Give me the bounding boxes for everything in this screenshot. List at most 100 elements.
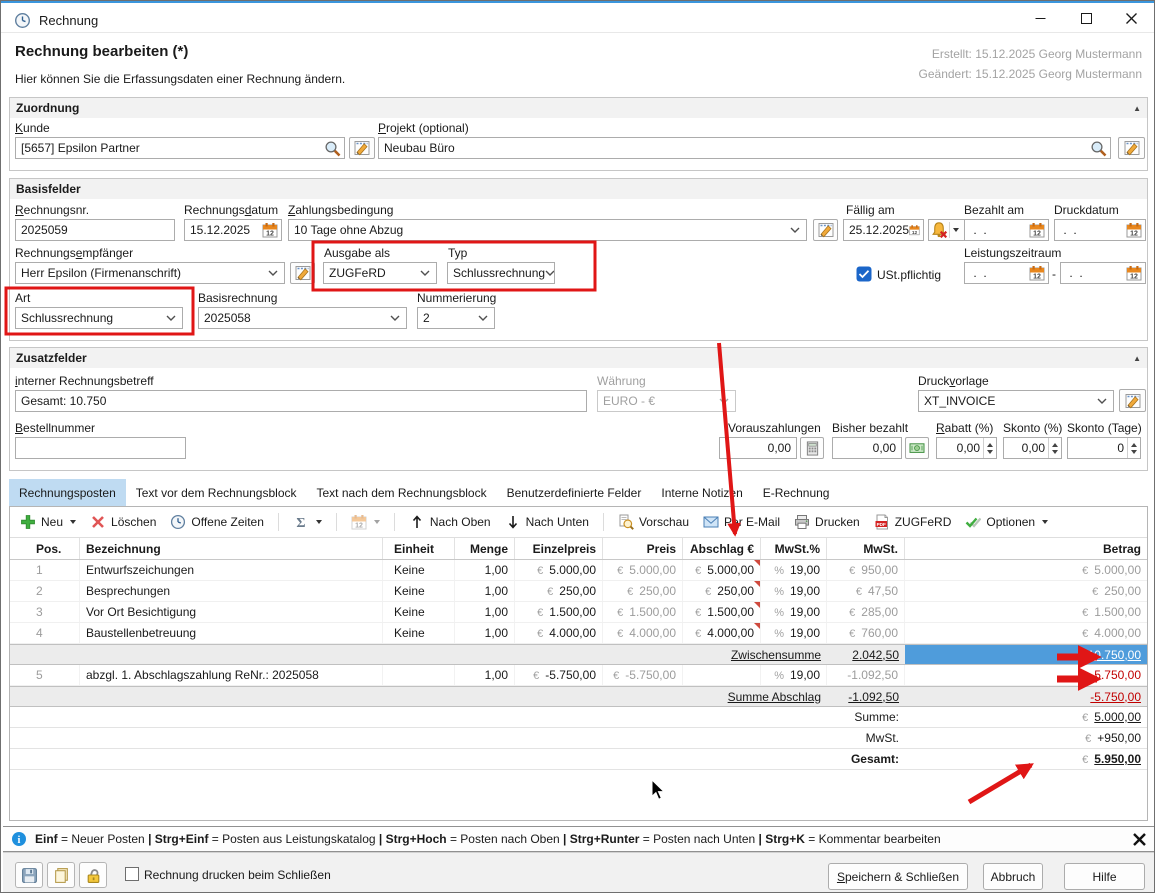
cell-einheit[interactable] xyxy=(383,665,455,685)
search-icon[interactable] xyxy=(324,140,341,157)
rechnungsdatum-field[interactable]: 15.12.2025 xyxy=(184,219,282,241)
cell-abschlag[interactable]: €4.000,00 xyxy=(683,623,761,643)
cell-preis[interactable]: €5.000,00 xyxy=(603,560,683,580)
druckvorlage-select[interactable]: XT_INVOICE xyxy=(918,390,1114,412)
close-button[interactable] xyxy=(1109,3,1154,33)
toolbar-button-zugferd[interactable]: ZUGFeRD xyxy=(874,514,952,530)
column-header-abschlag[interactable]: Abschlag € xyxy=(683,538,761,559)
tab-2[interactable]: Text nach dem Rechnungsblock xyxy=(307,479,497,506)
calendar-icon[interactable] xyxy=(1029,222,1045,238)
zahlungsbedingung-edit-button[interactable] xyxy=(813,219,838,241)
cell-mwst[interactable]: €950,00 xyxy=(827,560,905,580)
calendar-icon[interactable] xyxy=(909,222,920,238)
toolbar-button-move-up[interactable]: Nach Oben xyxy=(409,514,491,530)
cell-mwst-pct[interactable]: %19,00 xyxy=(761,560,827,580)
search-icon[interactable] xyxy=(1090,140,1107,157)
invoice-item-row[interactable]: 5abzgl. 1. Abschlagszahlung ReNr.: 20250… xyxy=(10,665,1147,686)
skonto-pct-spinner[interactable]: 0,00 xyxy=(1003,437,1062,459)
toolbar-button-preview[interactable]: Vorschau xyxy=(618,514,689,530)
column-header-mwst_pct[interactable]: MwSt.% xyxy=(761,538,827,559)
rechnungsnr-field[interactable]: 2025059 xyxy=(15,219,175,241)
group-zuordnung-header[interactable]: Zuordnung ▲ xyxy=(10,98,1147,118)
toolbar-button-sum[interactable] xyxy=(293,514,322,530)
ust-pflichtig-checkbox[interactable] xyxy=(856,266,872,285)
column-header-einheit[interactable]: Einheit xyxy=(383,538,455,559)
cell-preis[interactable]: €4.000,00 xyxy=(603,623,683,643)
dropdown-arrow-icon[interactable] xyxy=(70,520,76,524)
unlock-button[interactable] xyxy=(79,862,107,888)
cell-label[interactable]: Summe: xyxy=(10,707,905,727)
column-header-menge[interactable]: Menge xyxy=(455,538,515,559)
toolbar-button-delete[interactable]: Löschen xyxy=(90,514,156,530)
cell-einzelpreis[interactable]: €1.500,00 xyxy=(515,602,603,622)
cell-mwst[interactable]: -1.092,50 xyxy=(827,665,905,685)
calendar-icon[interactable] xyxy=(1126,265,1142,281)
tab-1[interactable]: Text vor dem Rechnungsblock xyxy=(126,479,307,506)
vorauszahlungen-field[interactable]: 0,00 xyxy=(719,437,797,459)
total-row[interactable]: MwSt.€+950,00 xyxy=(10,728,1147,749)
cell-bezeichnung[interactable]: Besprechungen xyxy=(80,581,383,601)
cell-mwst-pct[interactable]: %19,00 xyxy=(761,665,827,685)
calendar-icon[interactable] xyxy=(1126,222,1142,238)
projekt-edit-button[interactable] xyxy=(1118,137,1145,159)
calendar-icon[interactable] xyxy=(1029,265,1045,281)
copy-button[interactable] xyxy=(47,862,75,888)
leistungszeitraum-to-field[interactable]: . . xyxy=(1060,262,1146,284)
cell-betrag[interactable]: €250,00 xyxy=(905,581,1147,601)
cell-abschlag[interactable]: €250,00 xyxy=(683,581,761,601)
cell-einzelpreis[interactable]: €250,00 xyxy=(515,581,603,601)
cell-label[interactable]: Zwischensumme xyxy=(10,645,827,664)
spinner-arrows[interactable] xyxy=(1127,438,1140,458)
druckdatum-field[interactable]: . . xyxy=(1054,219,1146,241)
total-row[interactable]: Summe:€5.000,00 xyxy=(10,707,1147,728)
total-row[interactable]: Gesamt:€5.950,00 xyxy=(10,749,1147,770)
column-header-einzelpreis[interactable]: Einzelpreis xyxy=(515,538,603,559)
invoice-item-row[interactable]: 1EntwurfszeichungenKeine1,00€5.000,00€5.… xyxy=(10,560,1147,581)
faellig-am-field[interactable]: 25.12.2025 xyxy=(843,219,924,241)
cell-abschlag[interactable] xyxy=(683,665,761,685)
cell-menge[interactable]: 1,00 xyxy=(455,623,515,643)
bezahlt-am-field[interactable]: . . xyxy=(964,219,1049,241)
invoice-item-row[interactable]: 4BaustellenbetreuungKeine1,00€4.000,00€4… xyxy=(10,623,1147,644)
rabatt-spinner[interactable]: 0,00 xyxy=(936,437,997,459)
reminder-split-button[interactable] xyxy=(928,219,965,241)
toolbar-button-print[interactable]: Drucken xyxy=(794,514,860,530)
cancel-button[interactable]: Abbruch xyxy=(983,863,1043,890)
minimize-button[interactable] xyxy=(1017,3,1063,33)
cell-betrag[interactable]: €4.000,00 xyxy=(905,623,1147,643)
dropdown-arrow-icon[interactable] xyxy=(1042,520,1048,524)
cell-label[interactable]: Summe Abschlag xyxy=(10,687,827,706)
cell-abschlag[interactable]: €1.500,00 xyxy=(683,602,761,622)
vorauszahlungen-calculator-button[interactable] xyxy=(800,437,824,459)
tab-4[interactable]: Interne Notizen xyxy=(651,479,752,506)
cell-mwst[interactable]: €285,00 xyxy=(827,602,905,622)
cell-label[interactable]: Gesamt: xyxy=(10,749,905,769)
sum-abschlag-row[interactable]: Summe Abschlag-1.092,50-5.750,00 xyxy=(10,686,1147,707)
toolbar-button-calendar[interactable] xyxy=(351,514,380,530)
cell-betrag[interactable]: -5.750,00 xyxy=(905,665,1147,685)
save-close-button[interactable]: Speichern & Schließen xyxy=(828,863,968,890)
cell-preis[interactable]: €1.500,00 xyxy=(603,602,683,622)
dropdown-arrow-icon[interactable] xyxy=(316,520,322,524)
collapse-icon[interactable]: ▲ xyxy=(1133,104,1141,113)
cell-bezeichnung[interactable]: abzgl. 1. Abschlagszahlung ReNr.: 202505… xyxy=(80,665,383,685)
cell-mwst[interactable]: €47,50 xyxy=(827,581,905,601)
cell-mwst[interactable]: €760,00 xyxy=(827,623,905,643)
cell-einzelpreis[interactable]: €-5.750,00 xyxy=(515,665,603,685)
cell-pos[interactable]: 5 xyxy=(10,665,80,685)
cell-pos[interactable]: 3 xyxy=(10,602,80,622)
toolbar-button-options[interactable]: Optionen xyxy=(965,514,1048,530)
save-button[interactable] xyxy=(15,862,43,888)
cell-bezeichnung[interactable]: Baustellenbetreuung xyxy=(80,623,383,643)
help-button[interactable]: Hilfe xyxy=(1064,863,1145,890)
cell-einheit[interactable]: Keine xyxy=(383,581,455,601)
cell-betrag[interactable]: €5.000,00 xyxy=(905,560,1147,580)
cell-menge[interactable]: 1,00 xyxy=(455,665,515,685)
bisher-bezahlt-field[interactable]: 0,00 xyxy=(832,437,902,459)
subtotal-row[interactable]: Zwischensumme2.042,5010.750,00 xyxy=(10,644,1147,665)
calendar-icon[interactable] xyxy=(262,222,278,238)
cell-pos[interactable]: 1 xyxy=(10,560,80,580)
betreff-field[interactable]: Gesamt: 10.750 xyxy=(15,390,587,412)
infobar-close-icon[interactable] xyxy=(1133,833,1146,846)
tab-3[interactable]: Benutzerdefinierte Felder xyxy=(497,479,652,506)
